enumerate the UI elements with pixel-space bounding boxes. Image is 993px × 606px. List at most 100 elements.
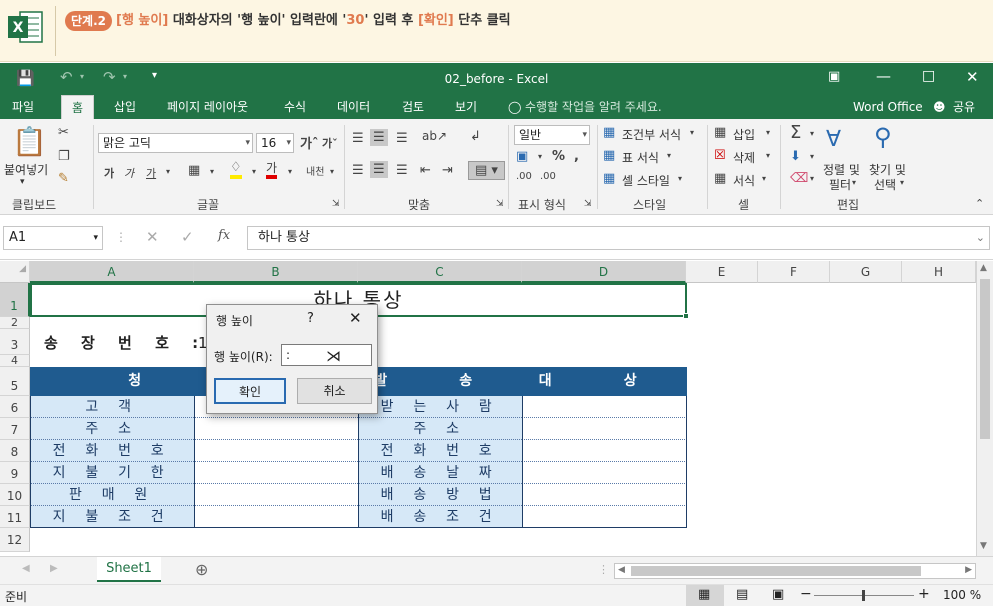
- zoom-slider-thumb[interactable]: [862, 590, 865, 601]
- paste-icon[interactable]: 📋: [12, 125, 47, 158]
- delete-cells-dropdown-icon[interactable]: ▾: [766, 151, 770, 160]
- cell-style-dropdown-icon[interactable]: ▾: [678, 174, 682, 183]
- currency-icon[interactable]: ▣: [516, 149, 528, 164]
- row-header-11[interactable]: 11: [0, 506, 30, 528]
- dialog-close-icon[interactable]: ✕: [349, 309, 362, 327]
- underline-dropdown-icon[interactable]: ▾: [166, 167, 170, 176]
- align-top-icon[interactable]: ☰: [352, 131, 364, 146]
- column-header-d[interactable]: D: [522, 261, 686, 283]
- merge-center-icon[interactable]: ▤ ▾: [468, 161, 505, 180]
- name-box-dropdown-icon[interactable]: ▾: [93, 227, 98, 249]
- scroll-left-icon[interactable]: ◀: [618, 565, 625, 575]
- increase-decimal-icon[interactable]: .00: [516, 171, 532, 182]
- add-sheet-icon[interactable]: ⊕: [195, 560, 208, 579]
- table-format-icon[interactable]: ▦: [603, 148, 615, 163]
- clear-dropdown-icon[interactable]: ▾: [810, 174, 814, 183]
- row-header-5[interactable]: 5: [0, 367, 30, 396]
- tab-review[interactable]: 검토: [402, 95, 424, 119]
- tab-data[interactable]: 데이터: [337, 95, 370, 119]
- align-left-icon[interactable]: ☰: [352, 163, 364, 178]
- share-button[interactable]: 공유: [953, 95, 975, 119]
- tab-home[interactable]: 홈: [61, 95, 95, 119]
- font-color-dropdown-icon[interactable]: ▾: [288, 167, 292, 176]
- align-center-icon[interactable]: ☰: [370, 161, 388, 178]
- ribbon-display-icon[interactable]: ▣: [828, 69, 840, 84]
- insert-cells-dropdown-icon[interactable]: ▾: [766, 128, 770, 137]
- sort-filter-icon[interactable]: ∀: [826, 127, 841, 152]
- sort-filter-line2[interactable]: 필터: [829, 176, 851, 193]
- confirm-entry-icon[interactable]: ✓: [181, 228, 194, 246]
- column-header-e[interactable]: E: [686, 261, 758, 283]
- delete-cells-button[interactable]: 삭제: [733, 149, 755, 166]
- paste-dropdown-icon[interactable]: ▾: [20, 177, 25, 187]
- comma-icon[interactable]: ,: [574, 149, 579, 164]
- row-header-12[interactable]: 12: [0, 528, 30, 552]
- tab-page-layout[interactable]: 페이지 레이아웃: [167, 95, 248, 119]
- fill-dropdown-icon[interactable]: ▾: [810, 152, 814, 161]
- ok-button[interactable]: 확인: [214, 378, 286, 404]
- border-dropdown-icon[interactable]: ▾: [210, 167, 214, 176]
- formula-input[interactable]: 하나 통상 ⌄: [247, 226, 990, 250]
- row-header-1[interactable]: 1: [0, 283, 30, 317]
- cell-style-icon[interactable]: ▦: [603, 171, 615, 186]
- format-cells-button[interactable]: 서식: [733, 172, 755, 189]
- row-header-2[interactable]: 2: [0, 317, 30, 329]
- scroll-down-icon[interactable]: ▼: [980, 541, 987, 551]
- decrease-decimal-icon[interactable]: .00: [540, 171, 556, 182]
- next-sheet-icon[interactable]: ▶: [50, 563, 58, 574]
- help-icon[interactable]: ?: [307, 311, 314, 326]
- row-header-10[interactable]: 10: [0, 484, 30, 506]
- phonetic-dropdown-icon[interactable]: ▾: [330, 167, 334, 176]
- horizontal-scrollbar[interactable]: ◀ ▶: [614, 563, 976, 579]
- vertical-scrollbar[interactable]: ▲ ▼: [976, 261, 993, 556]
- column-header-c[interactable]: C: [358, 261, 522, 283]
- name-box[interactable]: A1 ▾: [3, 226, 103, 250]
- row-header-6[interactable]: 6: [0, 396, 30, 418]
- cancel-entry-icon[interactable]: ✕: [146, 228, 159, 246]
- paste-button[interactable]: 붙여넣기: [4, 161, 48, 178]
- insert-cells-icon[interactable]: ▦: [714, 125, 726, 140]
- minimize-icon[interactable]: —: [876, 67, 891, 85]
- column-header-g[interactable]: G: [830, 261, 902, 283]
- conditional-format-button[interactable]: 조건부 서식: [622, 126, 681, 143]
- page-break-view-icon[interactable]: ▣: [772, 587, 784, 602]
- italic-icon[interactable]: 가: [124, 165, 134, 181]
- fill-color-icon[interactable]: ♢: [230, 161, 242, 179]
- fill-icon[interactable]: ⬇: [790, 149, 801, 164]
- find-select-dropdown-icon[interactable]: ▾: [900, 178, 904, 187]
- align-middle-icon[interactable]: ☰: [370, 129, 388, 146]
- underline-icon[interactable]: 가: [146, 165, 156, 181]
- find-select-line2[interactable]: 선택: [874, 176, 896, 193]
- cancel-button[interactable]: 취소: [297, 378, 372, 404]
- clear-icon[interactable]: ⌫: [790, 171, 808, 186]
- close-icon[interactable]: ✕: [966, 68, 979, 86]
- percent-icon[interactable]: %: [552, 149, 565, 164]
- scroll-up-icon[interactable]: ▲: [980, 263, 987, 273]
- normal-view-button[interactable]: ▦: [686, 585, 724, 606]
- orientation-icon[interactable]: ab↗: [422, 129, 447, 143]
- cut-icon[interactable]: ✂: [58, 125, 69, 140]
- font-color-icon[interactable]: 가: [266, 161, 278, 179]
- wrap-text-icon[interactable]: ↲: [470, 129, 481, 144]
- decrease-indent-icon[interactable]: ⇤: [420, 163, 431, 178]
- row-header-3[interactable]: 3: [0, 329, 30, 355]
- increase-font-icon[interactable]: 가ˆ: [300, 133, 318, 152]
- border-icon[interactable]: ▦: [188, 163, 200, 178]
- scroll-right-icon[interactable]: ▶: [965, 565, 972, 575]
- conditional-format-icon[interactable]: ▦: [603, 125, 615, 140]
- horizontal-scroll-thumb[interactable]: [631, 566, 921, 576]
- bold-icon[interactable]: 가: [104, 165, 114, 181]
- increase-indent-icon[interactable]: ⇥: [442, 163, 453, 178]
- page-layout-view-icon[interactable]: ▤: [736, 587, 748, 602]
- prev-sheet-icon[interactable]: ◀: [22, 563, 30, 574]
- column-header-a[interactable]: A: [30, 261, 194, 283]
- column-header-f[interactable]: F: [758, 261, 830, 283]
- table-format-button[interactable]: 표 서식: [622, 149, 659, 166]
- maximize-icon[interactable]: □: [922, 68, 935, 84]
- table-format-dropdown-icon[interactable]: ▾: [667, 151, 671, 160]
- copy-icon[interactable]: ❐: [58, 149, 70, 164]
- find-select-icon[interactable]: ⚲: [874, 123, 892, 151]
- column-header-h[interactable]: H: [902, 261, 976, 283]
- currency-dropdown-icon[interactable]: ▾: [538, 152, 542, 161]
- vertical-scroll-thumb[interactable]: [980, 279, 990, 439]
